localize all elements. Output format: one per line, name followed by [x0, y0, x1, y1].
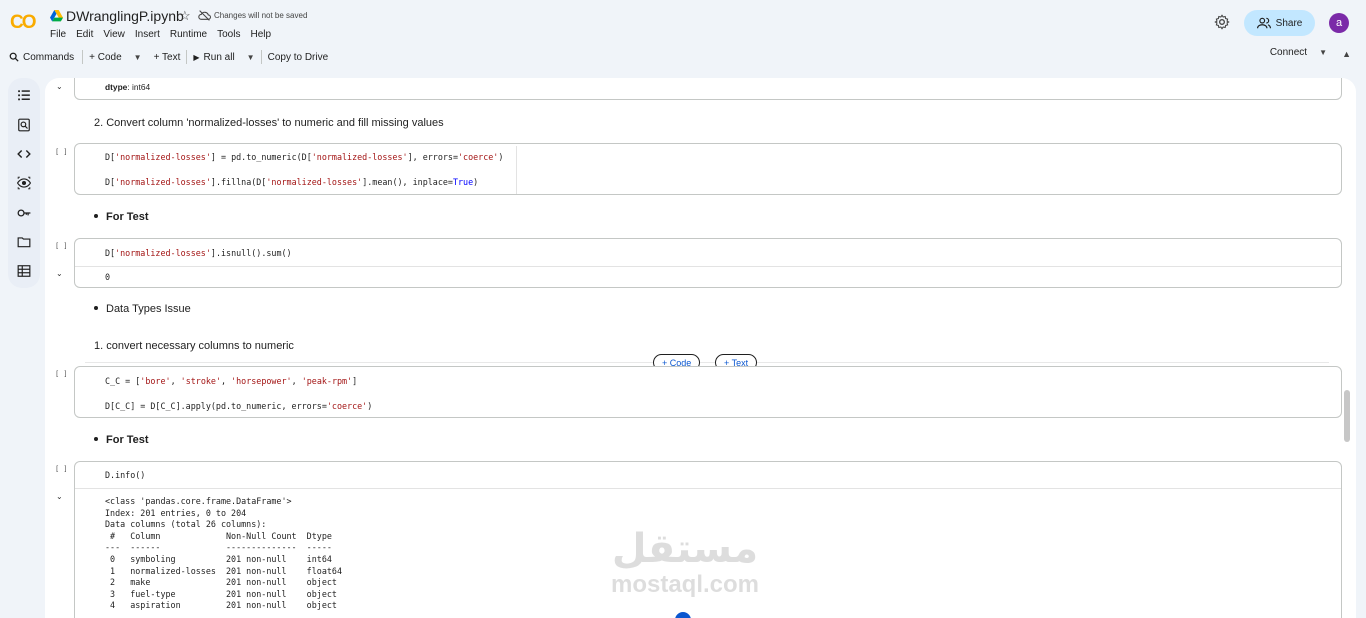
- notebook-toolbar: Commands + Code ▼ + Text ▶ Run all ▼ Cop…: [9, 47, 1357, 67]
- menu-view[interactable]: View: [103, 29, 125, 40]
- gear-icon[interactable]: [1214, 14, 1230, 30]
- search-icon: [9, 52, 19, 62]
- dtype-output: dtype: int64: [105, 82, 150, 92]
- menu-tools[interactable]: Tools: [217, 29, 240, 40]
- output-cell-dtype: dtype: int64: [74, 78, 1342, 100]
- data-table-icon[interactable]: [17, 264, 31, 278]
- add-text-button[interactable]: + Text: [154, 52, 181, 63]
- run-cell-button[interactable]: [ ]: [55, 242, 68, 250]
- connect-button[interactable]: Connect ▼: [1270, 47, 1327, 58]
- chevron-down-icon[interactable]: ⌄: [56, 492, 63, 501]
- run-cell-button[interactable]: [ ]: [55, 148, 68, 156]
- code-line-to-numeric[interactable]: D['normalized-losses'] = pd.to_numeric(D…: [105, 152, 503, 162]
- play-icon: ▶: [193, 52, 200, 62]
- run-all-label: Run all: [203, 51, 235, 63]
- menu-runtime[interactable]: Runtime: [170, 29, 207, 40]
- left-side-rail: [8, 78, 40, 288]
- connect-label: Connect: [1269, 47, 1308, 58]
- menu-file[interactable]: File: [50, 29, 66, 40]
- files-folder-icon[interactable]: [17, 235, 31, 249]
- avatar[interactable]: a: [1329, 13, 1349, 33]
- code-line-isnull[interactable]: D['normalized-losses'].isnull().sum(): [105, 248, 292, 258]
- chevron-down-icon[interactable]: ⌄: [56, 269, 63, 278]
- info-output: <class 'pandas.core.frame.DataFrame'> In…: [105, 496, 342, 611]
- isnull-output: 0: [105, 272, 111, 282]
- editor-ruler: [516, 146, 517, 194]
- toolbar-divider: [82, 50, 84, 64]
- code-cell-isnull[interactable]: D['normalized-losses'].isnull().sum() 0: [74, 238, 1342, 288]
- dtype-label: dtype: [105, 82, 128, 92]
- search-code-icon[interactable]: [17, 118, 31, 132]
- table-of-contents-icon[interactable]: [17, 88, 31, 102]
- for-test-label: For Test: [106, 434, 149, 446]
- bullet-dot: [94, 306, 98, 311]
- code-cell-normalized-losses[interactable]: D['normalized-losses'] = pd.to_numeric(D…: [74, 143, 1342, 195]
- toolbar-divider: [260, 50, 262, 64]
- code-cell-info[interactable]: D.info() <class 'pandas.core.frame.DataF…: [74, 461, 1342, 618]
- copy-to-drive-button[interactable]: Copy to Drive: [268, 52, 329, 63]
- menu-insert[interactable]: Insert: [135, 29, 160, 40]
- run-cell-button[interactable]: [ ]: [55, 465, 68, 473]
- chevron-down-icon[interactable]: ▼: [134, 53, 142, 62]
- insert-cell-line: [85, 362, 1329, 363]
- scrollbar-thumb[interactable]: [1344, 390, 1350, 442]
- dtype-value: : int64: [127, 82, 151, 92]
- add-text-label: + Text: [153, 51, 181, 63]
- share-label: Share: [1275, 17, 1303, 29]
- chevron-up-icon[interactable]: ▲: [1342, 49, 1351, 59]
- code-line-info[interactable]: D.info(): [105, 470, 145, 480]
- markdown-convert-columns: 1. convert necessary columns to numeric: [94, 340, 294, 352]
- for-test-label: For Test: [106, 211, 149, 223]
- code-snippets-icon[interactable]: [17, 147, 31, 161]
- output-divider: [75, 488, 1341, 489]
- chevron-down-icon[interactable]: ⌄: [56, 82, 63, 91]
- share-button[interactable]: Share: [1244, 10, 1315, 36]
- variables-icon[interactable]: [17, 176, 31, 190]
- menu-bar: File Edit View Insert Runtime Tools Help: [50, 29, 281, 40]
- run-all-button[interactable]: ▶ Run all ▼: [193, 52, 254, 63]
- star-icon[interactable]: ☆: [179, 8, 191, 24]
- commands-button[interactable]: Commands: [9, 52, 74, 63]
- markdown-convert-heading: 2. Convert column 'normalized-losses' to…: [94, 117, 444, 129]
- colab-logo[interactable]: CO: [10, 12, 36, 34]
- markdown-for-test-2: For Test: [94, 434, 149, 446]
- code-line-apply[interactable]: D[C_C] = D[C_C].apply(pd.to_numeric, err…: [105, 401, 372, 411]
- bullet-dot: [94, 437, 98, 442]
- output-divider: [75, 266, 1341, 267]
- markdown-for-test-1: For Test: [94, 211, 149, 223]
- chevron-down-icon[interactable]: ▼: [1319, 48, 1327, 57]
- commands-label: Commands: [23, 51, 75, 63]
- code-line-columns-list[interactable]: C_C = ['bore', 'stroke', 'horsepower', '…: [105, 376, 357, 386]
- cloud-off-icon: [198, 10, 211, 21]
- toolbar-divider: [186, 50, 188, 64]
- code-line-fillna[interactable]: D['normalized-losses'].fillna(D['normali…: [105, 177, 478, 187]
- notebook-content: dtype: int64 ⌄ 2. Convert column 'normal…: [45, 78, 1356, 618]
- menu-help[interactable]: Help: [250, 29, 271, 40]
- save-status: Changes will not be saved: [214, 11, 308, 20]
- menu-edit[interactable]: Edit: [76, 29, 93, 40]
- add-code-label: + Code: [89, 51, 122, 63]
- copy-to-drive-label: Copy to Drive: [267, 51, 329, 63]
- data-types-issue-label: Data Types Issue: [106, 303, 191, 315]
- people-icon: [1256, 17, 1271, 29]
- bullet-dot: [94, 214, 98, 219]
- chevron-down-icon[interactable]: ▼: [247, 53, 255, 62]
- google-drive-icon: [50, 10, 63, 22]
- top-bar: CO DWranglingP.ipynb ☆ Changes will not …: [0, 0, 1366, 46]
- markdown-data-types-issue: Data Types Issue: [94, 303, 191, 315]
- add-code-button[interactable]: + Code ▼: [89, 52, 141, 63]
- code-cell-apply-numeric[interactable]: C_C = ['bore', 'stroke', 'horsepower', '…: [74, 366, 1342, 418]
- run-cell-button[interactable]: [ ]: [55, 370, 68, 378]
- notebook-title[interactable]: DWranglingP.ipynb: [66, 8, 184, 24]
- secrets-key-icon[interactable]: [17, 206, 31, 220]
